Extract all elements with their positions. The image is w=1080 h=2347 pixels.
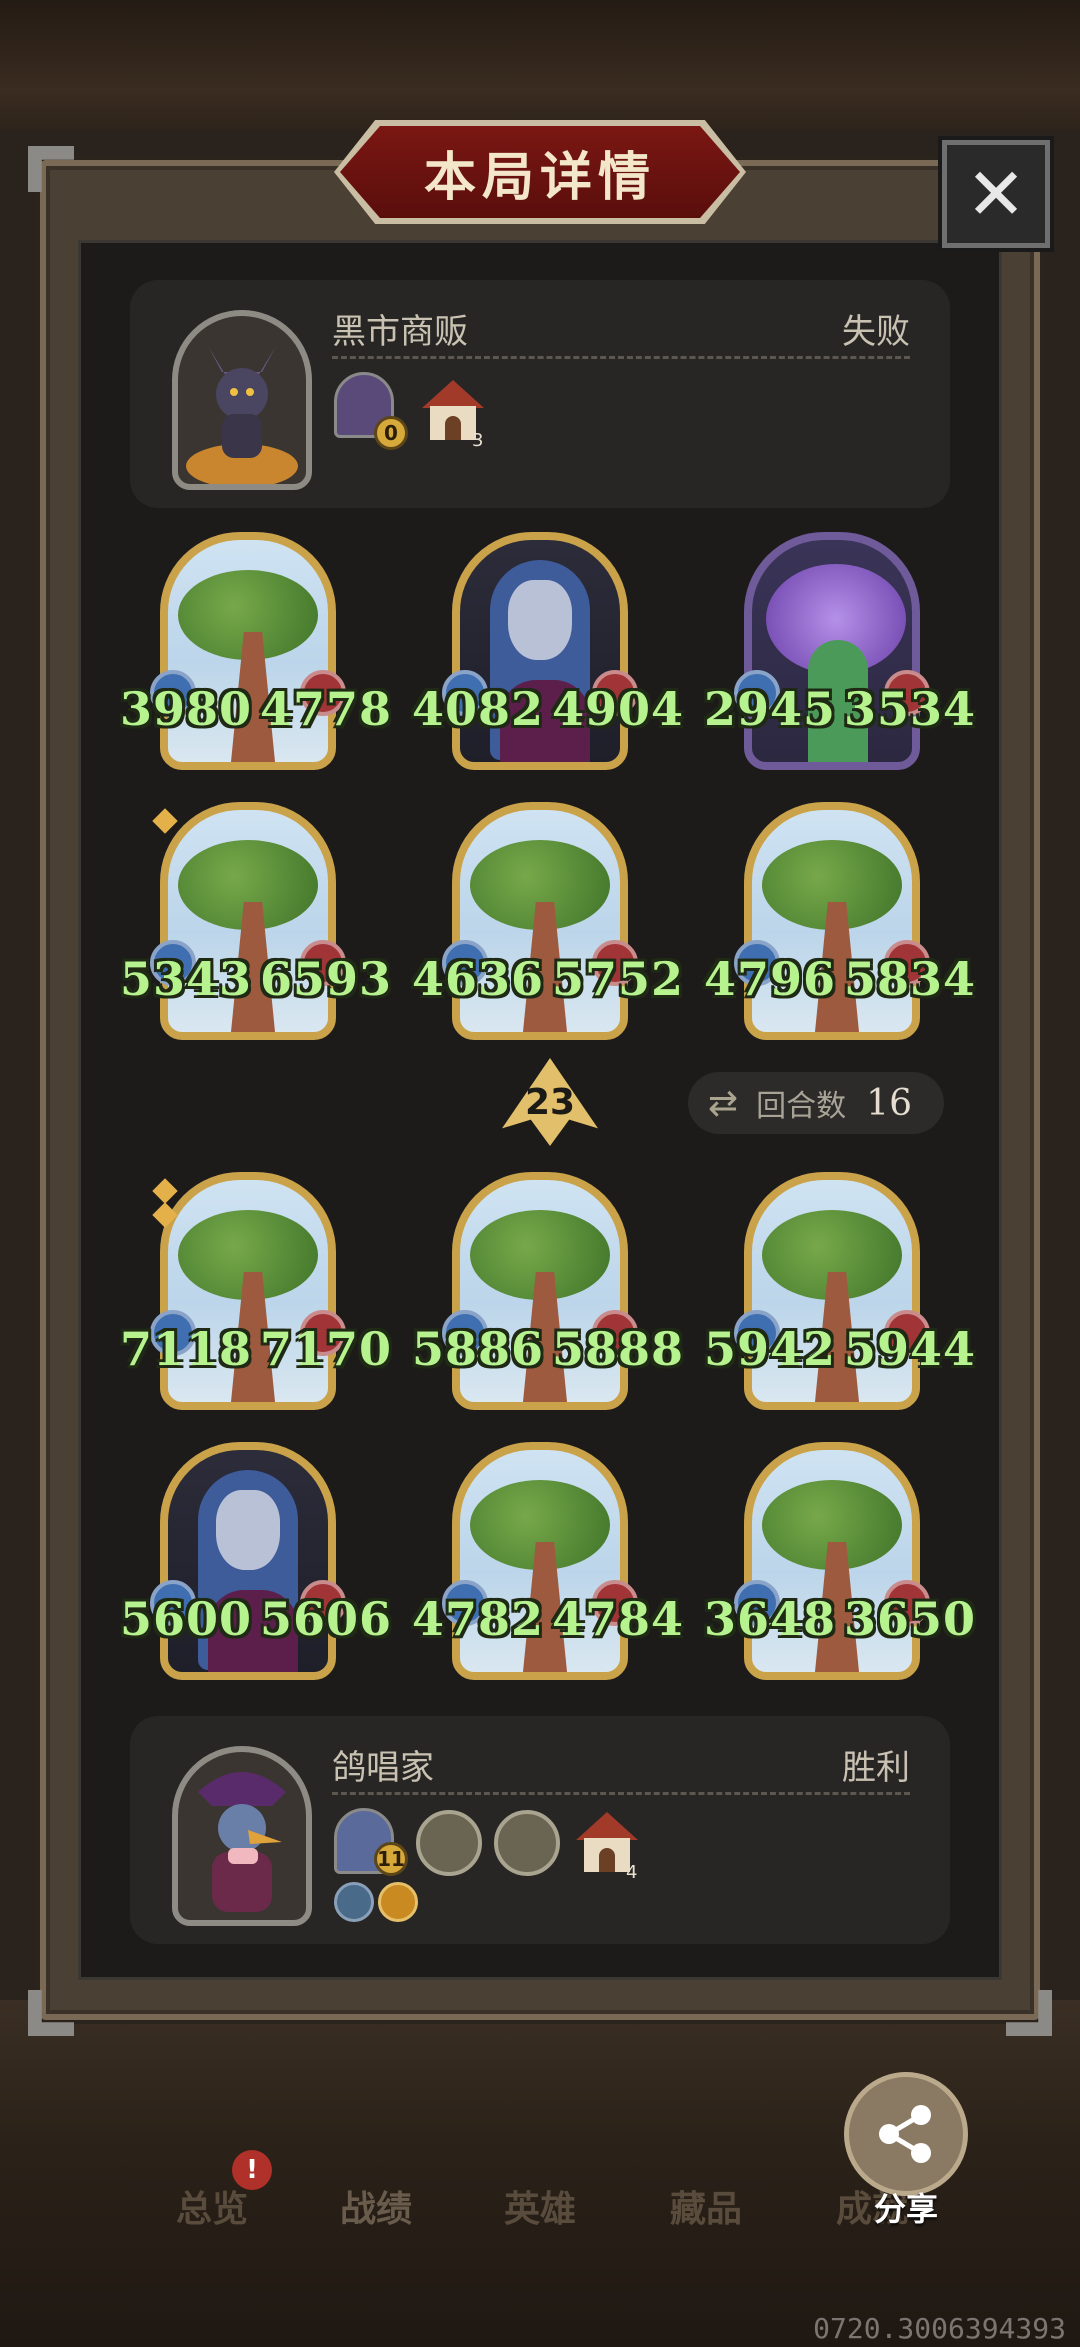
unit-attack: 4782: [412, 1592, 545, 1646]
rounds-value: 16: [866, 1082, 912, 1124]
unit-health: 5834: [844, 952, 977, 1006]
nav-records[interactable]: 战绩: [340, 2180, 412, 2232]
unit-card[interactable]: 5343 6593: [120, 802, 391, 1040]
nav-heroes[interactable]: 英雄: [504, 2180, 576, 2232]
title-ribbon: 本局详情: [340, 126, 740, 218]
hut-count: 3: [472, 430, 484, 451]
unit-health: 5944: [844, 1322, 977, 1376]
close-button[interactable]: ✕: [942, 140, 1050, 248]
unit-attack: 5942: [704, 1322, 837, 1376]
nav-collection[interactable]: 藏品: [670, 2180, 742, 2232]
player-result: 胜利: [842, 1748, 910, 1788]
share-icon: [879, 2105, 931, 2163]
rounds-label: 回合数: [756, 1089, 847, 1124]
unit-health: 4784: [552, 1592, 685, 1646]
unit-health: 5888: [552, 1322, 685, 1376]
share-button[interactable]: [844, 2072, 968, 2196]
unit-attack: 4082: [412, 682, 545, 736]
hut-count: 4: [626, 1862, 638, 1883]
opponent-name: 黑市商贩: [332, 312, 468, 352]
share-label: 分享: [874, 2190, 939, 2228]
unit-card[interactable]: 5600 5606: [120, 1442, 391, 1680]
sword-skill-icon[interactable]: [334, 1882, 374, 1922]
divider: [332, 1792, 910, 1795]
unit-health: 6593: [260, 952, 393, 1006]
unit-card[interactable]: 3980 4778: [120, 532, 391, 770]
turn-marker-value: 23: [524, 1082, 576, 1123]
unit-attack: 7118: [120, 1322, 253, 1376]
flower-relic-icon[interactable]: [416, 1810, 482, 1876]
page-title: 本局详情: [423, 147, 656, 208]
unit-health: 3534: [844, 682, 977, 736]
unit-attack: 3980: [120, 682, 253, 736]
gold-coin-badge: 0: [374, 416, 408, 450]
opponent-result: 失败: [842, 312, 910, 352]
unit-health: 3650: [844, 1592, 977, 1646]
unit-attack: 4636: [412, 952, 545, 1006]
opponent-portrait[interactable]: [172, 310, 312, 490]
player-portrait[interactable]: [172, 1746, 312, 1926]
unit-card[interactable]: 3648 3650: [704, 1442, 975, 1680]
version-text: 0720.3006394393: [813, 2312, 1066, 2345]
player-name: 鸽唱家: [332, 1748, 434, 1788]
wood-background-top: [0, 0, 1080, 130]
divider: [332, 356, 910, 359]
unit-health: 4778: [260, 682, 393, 736]
opponent-card: 黑市商贩 失败 0 3: [130, 280, 950, 508]
strength-skill-icon[interactable]: [378, 1882, 418, 1922]
rounds-counter: ⇄ 回合数 16: [688, 1072, 944, 1134]
unit-card[interactable]: 4082 4904: [412, 532, 683, 770]
player-card: 鸽唱家 胜利 11 4: [130, 1716, 950, 1944]
unit-attack: 2945: [704, 682, 837, 736]
unit-health: 4904: [552, 682, 685, 736]
unit-attack: 4796: [704, 952, 837, 1006]
unit-health: 7170: [260, 1322, 393, 1376]
unit-card[interactable]: 4796 5834: [704, 802, 975, 1040]
turn-marker: 23: [502, 1058, 598, 1146]
unit-card[interactable]: 2945 3534: [704, 532, 975, 770]
notification-badge: !: [232, 2150, 272, 2190]
unit-card[interactable]: 7118 7170: [120, 1172, 391, 1410]
unit-attack: 5886: [412, 1322, 545, 1376]
unit-card[interactable]: 4636 5752: [412, 802, 683, 1040]
unit-attack: 5600: [120, 1592, 253, 1646]
unit-card[interactable]: 5942 5944: [704, 1172, 975, 1410]
dumpling-relic-icon[interactable]: [494, 1810, 560, 1876]
unit-card[interactable]: 5886 5888: [412, 1172, 683, 1410]
repeat-icon: ⇄: [708, 1082, 739, 1124]
unit-health: 5606: [260, 1592, 393, 1646]
unit-attack: 5343: [120, 952, 253, 1006]
unit-attack: 3648: [704, 1592, 837, 1646]
close-icon: ✕: [965, 152, 1027, 236]
unit-card[interactable]: 4782 4784: [412, 1442, 683, 1680]
unit-health: 5752: [552, 952, 685, 1006]
gold-coin-badge: 11: [374, 1842, 408, 1876]
nav-overview[interactable]: 总览: [176, 2180, 248, 2232]
